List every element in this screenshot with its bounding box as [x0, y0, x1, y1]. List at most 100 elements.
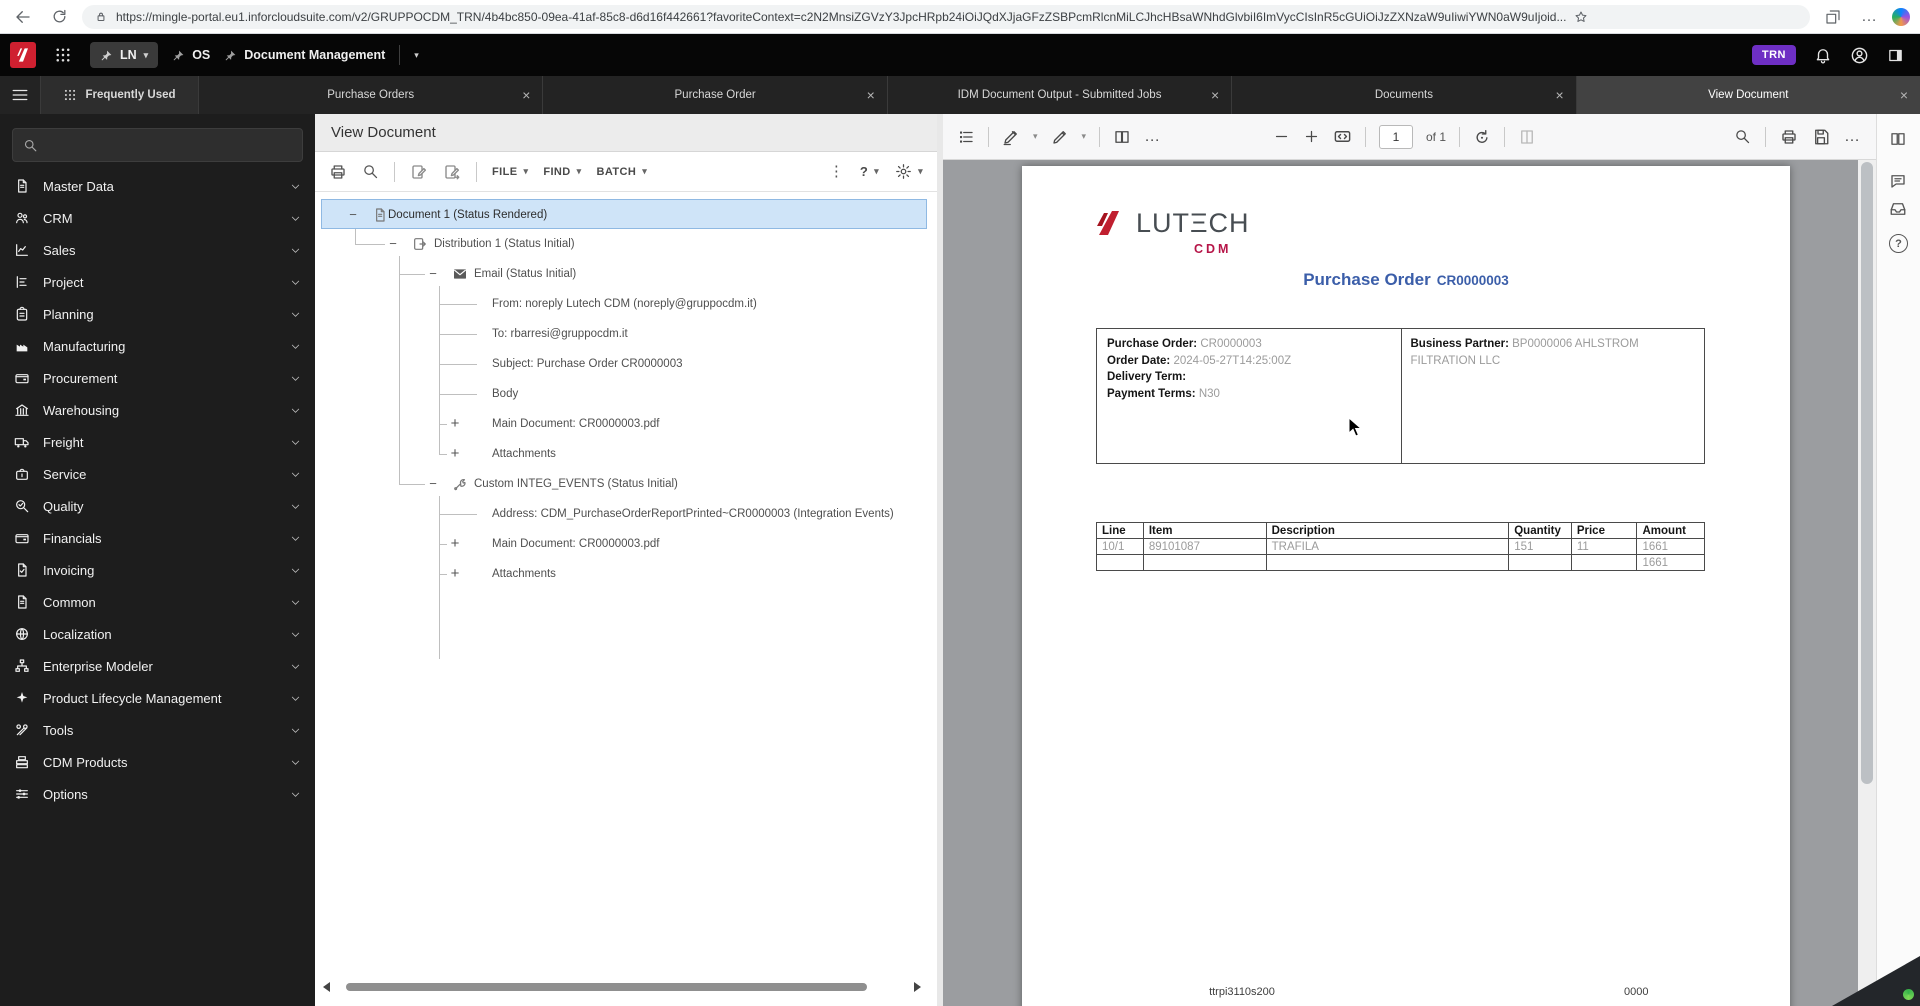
- highlighter-icon[interactable]: [1002, 128, 1020, 146]
- file-menu[interactable]: FILE▾: [492, 166, 528, 178]
- tree-node-main-document[interactable]: + Main Document: CR0000003.pdf: [315, 409, 937, 439]
- tab-close-icon[interactable]: ×: [522, 87, 530, 103]
- tab-frequently-used[interactable]: Frequently Used: [40, 76, 198, 114]
- pinned-apps-overflow-icon[interactable]: ▾: [414, 50, 419, 61]
- sidebar-item-procurement[interactable]: Procurement: [0, 362, 315, 394]
- pdf-viewer-canvas[interactable]: LUTΞCH CDM Purchase OrderCR0000003 Purch…: [943, 160, 1876, 1006]
- tab-purchase-orders[interactable]: Purchase Orders ×: [198, 76, 542, 114]
- expand-toggle[interactable]: +: [448, 409, 462, 439]
- find-menu[interactable]: FIND▾: [543, 166, 581, 178]
- more-tools-icon[interactable]: …: [1144, 128, 1160, 146]
- tree-leaf-from[interactable]: From: noreply Lutech CDM (noreply@gruppo…: [315, 289, 937, 319]
- search-icon[interactable]: [362, 163, 379, 180]
- tab-idm-document-output[interactable]: IDM Document Output - Submitted Jobs ×: [887, 76, 1231, 114]
- scroll-right-arrow[interactable]: [914, 982, 921, 992]
- sidebar-item-service[interactable]: Service: [0, 458, 315, 490]
- tree-node-main-document[interactable]: + Main Document: CR0000003.pdf: [315, 529, 937, 559]
- tree-leaf-body[interactable]: Body: [315, 379, 937, 409]
- sidebar-item-sales[interactable]: Sales: [0, 234, 315, 266]
- chevron-down-icon[interactable]: ▾: [144, 50, 149, 61]
- tree-leaf-subject[interactable]: Subject: Purchase Order CR0000003: [315, 349, 937, 379]
- edit-document-icon[interactable]: [410, 163, 428, 181]
- tab-purchase-order[interactable]: Purchase Order ×: [542, 76, 886, 114]
- scrollbar-thumb[interactable]: [346, 983, 867, 991]
- infor-logo[interactable]: [10, 42, 36, 68]
- expand-toggle[interactable]: +: [448, 529, 462, 559]
- tree-node-email[interactable]: − Email (Status Initial): [315, 259, 937, 289]
- fit-width-icon[interactable]: [1333, 127, 1352, 146]
- sidebar-item-crm[interactable]: CRM: [0, 202, 315, 234]
- pinned-app-ln[interactable]: LN ▾: [90, 42, 158, 68]
- sidebar-search[interactable]: [12, 128, 303, 162]
- app-launcher-icon[interactable]: [50, 42, 76, 68]
- tree-node-document[interactable]: − Document 1 (Status Rendered): [321, 199, 927, 229]
- tree-node-custom-integ-events[interactable]: − Custom INTEG_EVENTS (Status Initial): [315, 469, 937, 499]
- more-actions-kebab-icon[interactable]: ⋮: [829, 164, 844, 179]
- sidebar-item-manufacturing[interactable]: Manufacturing: [0, 330, 315, 362]
- sidebar-item-tools[interactable]: Tools: [0, 714, 315, 746]
- save-icon[interactable]: [1812, 128, 1830, 146]
- tree-leaf-to[interactable]: To: rbarresi@gruppocdm.it: [315, 319, 937, 349]
- browser-menu-icon[interactable]: …: [1856, 4, 1882, 30]
- tree-node-attachments[interactable]: + Attachments: [315, 559, 937, 589]
- sidebar-item-options[interactable]: Options: [0, 778, 315, 810]
- tree-node-distribution[interactable]: − Distribution 1 (Status Initial): [315, 229, 937, 259]
- tab-close-icon[interactable]: ×: [1211, 87, 1219, 103]
- print-icon[interactable]: [1780, 128, 1798, 146]
- tab-documents[interactable]: Documents ×: [1231, 76, 1575, 114]
- expand-toggle[interactable]: +: [448, 439, 462, 469]
- sidebar-item-planning[interactable]: Planning: [0, 298, 315, 330]
- print-icon[interactable]: [329, 163, 347, 181]
- batch-menu[interactable]: BATCH▾: [597, 166, 648, 178]
- collections-icon[interactable]: [1820, 4, 1846, 30]
- tab-view-document[interactable]: View Document ×: [1576, 76, 1920, 114]
- sidebar-item-common[interactable]: Common: [0, 586, 315, 618]
- sidebar-item-financials[interactable]: Financials: [0, 522, 315, 554]
- sidebar-item-localization[interactable]: Localization: [0, 618, 315, 650]
- bookmark-star-icon[interactable]: [1574, 10, 1588, 24]
- expand-toggle[interactable]: +: [448, 559, 462, 589]
- tree-node-attachments[interactable]: + Attachments: [315, 439, 937, 469]
- two-page-view-icon[interactable]: [1113, 128, 1131, 146]
- user-profile-icon[interactable]: [1850, 46, 1869, 65]
- thumbnails-panel-icon[interactable]: [957, 128, 975, 146]
- sidebar-item-project[interactable]: Project: [0, 266, 315, 298]
- pinned-app-document-management[interactable]: Document Management: [224, 48, 385, 62]
- horizontal-scrollbar[interactable]: [315, 980, 931, 994]
- notifications-bell-icon[interactable]: [1814, 46, 1832, 64]
- collapse-toggle[interactable]: −: [426, 469, 440, 499]
- browser-back-icon[interactable]: [10, 4, 36, 30]
- collapse-toggle[interactable]: −: [426, 259, 440, 289]
- url-text[interactable]: https://mingle-portal.eu1.inforcloudsuit…: [116, 10, 1566, 24]
- inbox-tray-icon[interactable]: [1889, 200, 1907, 218]
- collapse-toggle[interactable]: −: [346, 200, 360, 230]
- edit-document-run-icon[interactable]: [443, 163, 461, 181]
- scroll-left-arrow[interactable]: [323, 982, 330, 992]
- zoom-in-icon[interactable]: [1303, 128, 1320, 145]
- address-bar[interactable]: https://mingle-portal.eu1.inforcloudsuit…: [82, 5, 1810, 29]
- sidebar-item-quality[interactable]: Quality: [0, 490, 315, 522]
- tree-leaf-address[interactable]: Address: CDM_PurchaseOrderReportPrinted~…: [315, 499, 937, 529]
- sidebar-item-product-lifecycle-management[interactable]: Product Lifecycle Management: [0, 682, 315, 714]
- pinned-app-os[interactable]: OS: [172, 48, 210, 62]
- vertical-scrollbar[interactable]: [1858, 160, 1876, 1006]
- sidebar-item-master-data[interactable]: Master Data: [0, 170, 315, 202]
- chevron-down-icon[interactable]: ▾: [1033, 131, 1038, 142]
- browser-reload-icon[interactable]: [46, 4, 72, 30]
- help-menu[interactable]: ?▾: [860, 164, 879, 179]
- sidebar-item-warehousing[interactable]: Warehousing: [0, 394, 315, 426]
- rotate-icon[interactable]: [1473, 128, 1491, 146]
- zoom-out-icon[interactable]: [1273, 128, 1290, 145]
- tab-close-icon[interactable]: ×: [1555, 87, 1563, 103]
- layout-columns-icon[interactable]: [1889, 130, 1907, 148]
- collapse-toggle[interactable]: −: [386, 229, 400, 259]
- draw-pen-icon[interactable]: [1051, 128, 1069, 146]
- chat-icon[interactable]: [1889, 172, 1907, 190]
- scrollbar-thumb[interactable]: [1861, 162, 1873, 784]
- sidebar-item-freight[interactable]: Freight: [0, 426, 315, 458]
- right-panel-toggle-icon[interactable]: [1887, 47, 1904, 64]
- more-options-icon[interactable]: …: [1844, 128, 1860, 146]
- menu-hamburger-icon[interactable]: [0, 76, 40, 114]
- search-input[interactable]: [46, 138, 292, 153]
- settings-menu[interactable]: ▾: [895, 163, 923, 180]
